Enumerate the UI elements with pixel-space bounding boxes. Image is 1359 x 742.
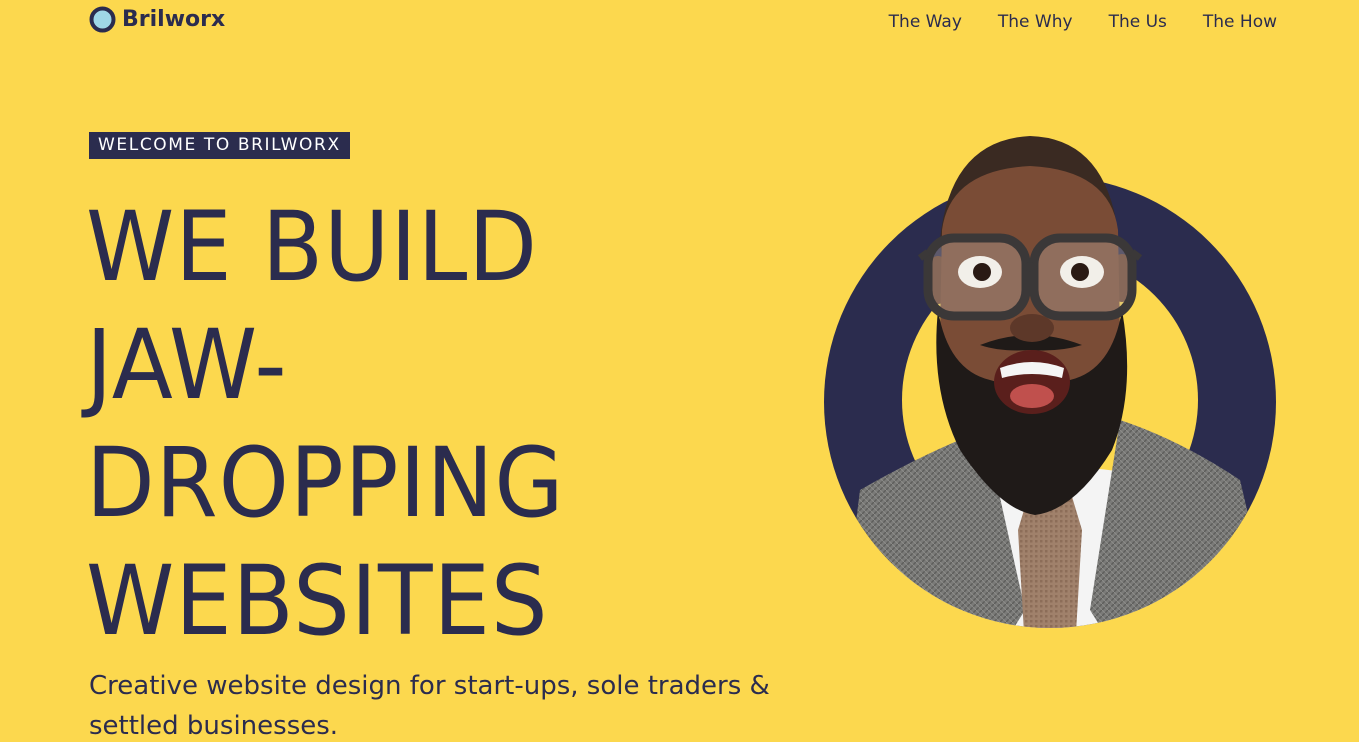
welcome-badge: WELCOME TO BRILWORX <box>89 132 350 159</box>
headline-line: WE BUILD <box>86 191 538 303</box>
landing-page: Brilworx The Way The Why The Us The How … <box>0 0 1359 742</box>
hero-subtext: Creative website design for start-ups, s… <box>89 671 770 741</box>
brand-logo[interactable]: Brilworx <box>89 6 225 33</box>
hero-headline: WE BUILD JAW- DROPPING WEBSITES <box>86 188 564 660</box>
headline-line: DROPPING <box>86 427 565 539</box>
brand-name: Brilworx <box>122 7 226 32</box>
nav-item-the-how[interactable]: The How <box>1203 10 1277 34</box>
headline-line: JAW- <box>86 309 288 421</box>
hero-image <box>820 130 1280 630</box>
nav-item-the-why[interactable]: The Why <box>998 10 1073 34</box>
excited-man-with-glasses-photo <box>824 136 1276 628</box>
main-nav: The Way The Why The Us The How <box>889 10 1277 34</box>
ring-logo-icon <box>89 6 116 33</box>
nav-item-the-us[interactable]: The Us <box>1109 10 1167 34</box>
headline-line: WEBSITES <box>86 545 549 657</box>
nav-item-the-way[interactable]: The Way <box>889 10 962 34</box>
